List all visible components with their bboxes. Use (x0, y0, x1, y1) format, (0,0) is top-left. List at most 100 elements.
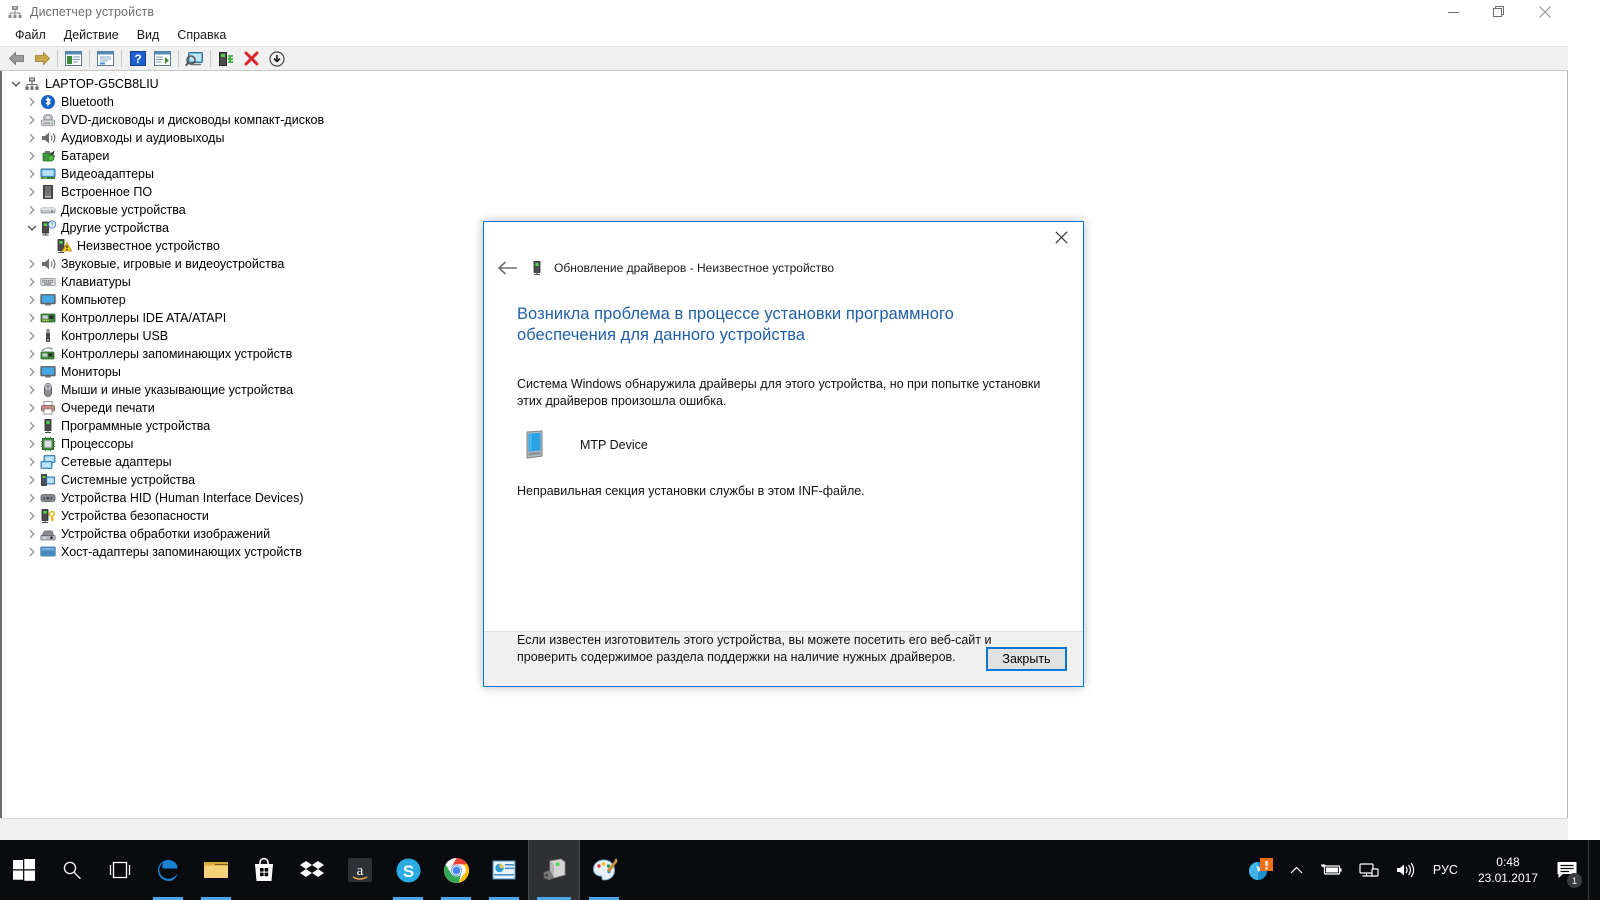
menu-file[interactable]: Файл (6, 25, 55, 45)
back-icon[interactable] (5, 48, 28, 70)
show-hide-action-pane-icon[interactable] (151, 48, 174, 70)
chevron-right-icon[interactable] (24, 382, 40, 398)
dialog-paragraph-1: Система Windows обнаружила драйверы для … (517, 376, 1042, 411)
toolbar: ? (0, 46, 1568, 71)
chevron-right-icon[interactable] (24, 346, 40, 362)
dialog-close-button[interactable] (1039, 222, 1083, 252)
office-button[interactable] (480, 840, 528, 900)
paint-button[interactable] (580, 840, 628, 900)
maximize-button[interactable] (1476, 0, 1522, 24)
back-arrow-icon[interactable] (495, 255, 521, 281)
tree-item-label: LAPTOP-G5CB8LIU (45, 76, 159, 92)
action-center-badge: 1 (1567, 873, 1582, 888)
statusbar (0, 818, 1568, 840)
clock[interactable]: 0:48 23.01.2017 (1468, 840, 1548, 900)
tree-item-label: Устройства обработки изображений (61, 526, 270, 542)
menu-help[interactable]: Справка (168, 25, 235, 45)
chevron-right-icon[interactable] (24, 274, 40, 290)
bluetooth-icon (40, 94, 56, 110)
menu-action[interactable]: Действие (55, 25, 128, 45)
chevron-right-icon[interactable] (24, 202, 40, 218)
tree-item-label: Встроенное ПО (61, 184, 152, 200)
chevron-right-icon[interactable] (24, 148, 40, 164)
chevron-right-icon[interactable] (24, 526, 40, 542)
keyboard-icon (40, 274, 56, 290)
security-device-icon (40, 508, 56, 524)
hid-device-icon (40, 490, 56, 506)
close-button[interactable] (1522, 0, 1568, 24)
chevron-right-icon[interactable] (24, 166, 40, 182)
chevron-down-icon[interactable] (8, 76, 24, 92)
tree-item[interactable]: DVD-дисководы и дисководы компакт-дисков (2, 111, 1567, 129)
security-alert-icon[interactable] (1238, 840, 1282, 900)
tree-item-label: Клавиатуры (61, 274, 131, 290)
network-adapter-icon (40, 454, 56, 470)
battery-charging-icon[interactable] (1311, 840, 1351, 900)
start-button[interactable] (0, 840, 48, 900)
window-controls (1430, 0, 1568, 24)
tree-item-label: Контроллеры IDE ATA/ATAPI (61, 310, 226, 326)
volume-icon[interactable] (1387, 840, 1423, 900)
chevron-right-icon[interactable] (24, 292, 40, 308)
chevron-right-icon[interactable] (24, 400, 40, 416)
tree-item[interactable]: Встроенное ПО (2, 183, 1567, 201)
chevron-right-icon[interactable] (24, 472, 40, 488)
storage-controller-icon (40, 346, 56, 362)
file-explorer-button[interactable] (192, 840, 240, 900)
tree-item[interactable]: Дисковые устройства (2, 201, 1567, 219)
scan-for-hardware-changes-icon[interactable] (183, 48, 206, 70)
show-desktop-button[interactable] (1588, 840, 1596, 900)
tree-item-label: Хост-адаптеры запоминающих устройств (61, 544, 302, 560)
chevron-right-icon[interactable] (24, 454, 40, 470)
tree-item-label: Мониторы (61, 364, 121, 380)
chevron-right-icon[interactable] (24, 130, 40, 146)
properties-icon[interactable] (94, 48, 117, 70)
toolbar-separator (121, 50, 122, 67)
chevron-right-icon[interactable] (24, 418, 40, 434)
device-manager-button[interactable] (528, 840, 580, 900)
store-button[interactable] (240, 840, 288, 900)
help-icon[interactable]: ? (126, 48, 149, 70)
usb-controller-icon (40, 328, 56, 344)
battery-icon (40, 148, 56, 164)
disable-device-icon[interactable] (265, 48, 288, 70)
forward-icon[interactable] (30, 48, 53, 70)
chevron-right-icon[interactable] (24, 310, 40, 326)
update-driver-icon[interactable] (215, 48, 238, 70)
chevron-right-icon[interactable] (24, 508, 40, 524)
chevron-right-icon[interactable] (24, 364, 40, 380)
minimize-button[interactable] (1430, 0, 1476, 24)
menu-view[interactable]: Вид (128, 25, 169, 45)
skype-button[interactable]: S (384, 840, 432, 900)
edge-button[interactable] (144, 840, 192, 900)
amazon-button[interactable]: a (336, 840, 384, 900)
chevron-right-icon[interactable] (24, 328, 40, 344)
chevron-right-icon[interactable] (24, 112, 40, 128)
search-button[interactable] (48, 840, 96, 900)
task-view-button[interactable] (96, 840, 144, 900)
tree-item[interactable]: Видеоадаптеры (2, 165, 1567, 183)
dropbox-button[interactable] (288, 840, 336, 900)
show-hidden-icons-icon[interactable] (1282, 840, 1311, 900)
chevron-right-icon[interactable] (24, 184, 40, 200)
action-center-button[interactable]: 1 (1548, 840, 1588, 900)
network-icon[interactable] (1351, 840, 1387, 900)
svg-text:a: a (357, 863, 364, 879)
chevron-right-icon[interactable] (24, 94, 40, 110)
tree-item[interactable]: Bluetooth (2, 93, 1567, 111)
chevron-right-icon[interactable] (24, 436, 40, 452)
chevron-right-icon[interactable] (24, 544, 40, 560)
chrome-button[interactable] (432, 840, 480, 900)
language-indicator[interactable]: РУС (1423, 840, 1468, 900)
show-hide-console-tree-icon[interactable] (62, 48, 85, 70)
chevron-right-icon[interactable] (24, 256, 40, 272)
chevron-down-icon[interactable] (24, 220, 40, 236)
toolbar-separator (178, 50, 179, 67)
tree-item[interactable]: LAPTOP-G5CB8LIU (2, 75, 1567, 93)
chevron-right-icon[interactable] (24, 490, 40, 506)
tree-item[interactable]: Батареи (2, 147, 1567, 165)
uninstall-device-icon[interactable] (240, 48, 263, 70)
tree-item[interactable]: Аудиовходы и аудиовыходы (2, 129, 1567, 147)
processor-icon (40, 436, 56, 452)
system-device-icon (40, 472, 56, 488)
